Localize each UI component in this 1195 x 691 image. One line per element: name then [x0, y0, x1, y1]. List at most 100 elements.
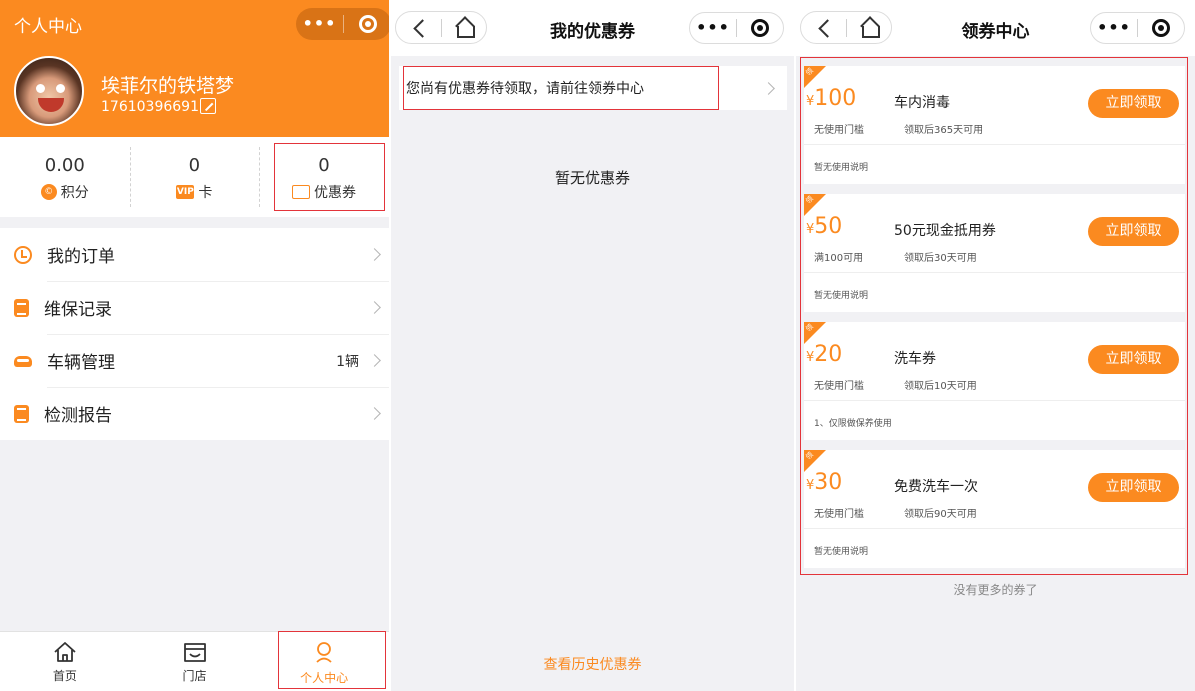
coupon-list: 领 ¥100 车内消毒 无使用门槛 领取后365天可用 立即领取 暂无使用说明 …	[804, 66, 1185, 578]
coupon-note: 暂无使用说明	[814, 163, 869, 173]
stat-points[interactable]: 0.00 © 积分	[0, 137, 130, 217]
notice-text: 您尚有优惠券待领取，请前往领券中心	[406, 81, 644, 97]
tab-label: 首页	[52, 669, 77, 683]
tab-label: 门店	[182, 669, 207, 683]
divider	[804, 272, 1185, 273]
menu-item-label: 维保记录	[44, 300, 112, 320]
coupon-condition: 无使用门槛	[814, 381, 864, 392]
coupon-condition: 满100可用	[814, 253, 864, 264]
report-icon	[14, 404, 29, 423]
menu-item-orders[interactable]: 我的订单	[0, 228, 389, 281]
avatar[interactable]	[14, 56, 84, 126]
divider	[804, 144, 1185, 145]
coupon-amount: 30	[814, 470, 843, 495]
user-phone: 17610396691	[101, 99, 199, 115]
coupon-card: 领 ¥50 50元现金抵用券 满100可用 领取后30天可用 立即领取 暂无使用…	[804, 194, 1185, 312]
user-icon	[316, 642, 332, 663]
clock-icon	[14, 245, 32, 264]
chevron-right-icon	[762, 82, 775, 95]
miniprogram-capsule: •••	[689, 12, 784, 44]
tab-home[interactable]: 首页	[0, 632, 130, 691]
chevron-right-icon	[368, 407, 381, 420]
profile-screen: 个人中心 ••• 埃菲尔的铁塔梦 17610396691 0.00 © 积分 0 …	[0, 0, 389, 691]
claim-button[interactable]: 立即领取	[1088, 345, 1179, 374]
cards-value: 0	[188, 155, 201, 176]
avatar-eye	[56, 84, 65, 93]
coupon-amount: 100	[814, 86, 857, 111]
more-menu-button[interactable]: •••	[296, 8, 343, 40]
divider	[804, 400, 1185, 401]
cards-label: 卡	[198, 185, 213, 201]
coupon-note: 暂无使用说明	[814, 291, 869, 301]
chevron-right-icon	[368, 248, 381, 261]
coupon-amount: 50	[814, 214, 843, 239]
coupon-card: 领 ¥100 车内消毒 无使用门槛 领取后365天可用 立即领取 暂无使用说明	[804, 66, 1185, 184]
coupon-name: 50元现金抵用券	[894, 223, 996, 239]
close-miniprogram-button[interactable]	[737, 19, 783, 37]
coupons-label: 优惠券	[313, 185, 356, 201]
coupon-price: ¥50	[806, 214, 842, 239]
coupon-validity: 领取后90天可用	[904, 509, 977, 520]
coupon-condition: 无使用门槛	[814, 125, 864, 136]
vehicle-count: 1辆	[336, 353, 359, 370]
coupon-name: 洗车券	[894, 351, 936, 367]
avatar-mouth	[38, 98, 64, 112]
avatar-eye	[36, 84, 45, 93]
points-icon: ©	[40, 184, 57, 200]
miniprogram-capsule: •••	[296, 8, 389, 40]
coupon-name: 免费洗车一次	[894, 479, 978, 495]
empty-state-text: 暂无优惠券	[554, 169, 630, 187]
claim-button[interactable]: 立即领取	[1088, 217, 1179, 246]
coupon-icon	[291, 185, 310, 199]
more-menu-button[interactable]: •••	[1091, 12, 1137, 44]
navigation-bar: 我的优惠券 •••	[391, 0, 794, 56]
menu-item-reports[interactable]: 检测报告	[0, 387, 389, 440]
miniprogram-capsule: •••	[1090, 12, 1185, 44]
store-icon	[183, 643, 206, 662]
menu-item-label: 检测报告	[44, 406, 112, 426]
menu-item-label: 车辆管理	[47, 353, 115, 373]
profile-menu: 我的订单 维保记录 车辆管理 1辆 检测报告	[0, 228, 389, 440]
edit-icon[interactable]	[200, 98, 216, 114]
close-miniprogram-button[interactable]	[1138, 19, 1184, 37]
points-label: 积分	[60, 185, 89, 201]
stat-coupons[interactable]: 0 优惠券	[259, 137, 389, 217]
claim-button[interactable]: 立即领取	[1088, 473, 1179, 502]
coupon-validity: 领取后10天可用	[904, 381, 977, 392]
chevron-right-icon	[368, 354, 381, 367]
menu-item-vehicles[interactable]: 车辆管理 1辆	[0, 334, 389, 387]
coupon-price: ¥100	[806, 86, 856, 111]
my-coupons-screen: 我的优惠券 ••• 您尚有优惠券待领取，请前往领券中心 暂无优惠券 查看历史优惠…	[391, 0, 794, 691]
menu-item-label: 我的订单	[47, 247, 115, 267]
points-value: 0.00	[44, 155, 85, 176]
list-end-text: 没有更多的券了	[953, 583, 1038, 597]
more-menu-button[interactable]: •••	[690, 12, 736, 44]
stat-cards[interactable]: 0 VIP 卡	[129, 137, 260, 217]
coupons-value: 0	[318, 155, 330, 176]
coupon-card: 领 ¥20 洗车券 无使用门槛 领取后10天可用 立即领取 1、仅限做保养使用	[804, 322, 1185, 440]
tab-store[interactable]: 门店	[130, 632, 260, 691]
tab-bar: 首页 门店 个人中心	[0, 631, 389, 691]
page-title: 个人中心	[14, 17, 82, 37]
profile-header: 个人中心 ••• 埃菲尔的铁塔梦 17610396691	[0, 0, 389, 137]
user-name: 埃菲尔的铁塔梦	[101, 75, 235, 97]
history-coupons-link[interactable]: 查看历史优惠券	[391, 654, 794, 674]
tab-profile[interactable]: 个人中心	[259, 632, 389, 691]
car-icon	[14, 356, 32, 367]
target-icon	[751, 19, 769, 37]
coupon-name: 车内消毒	[894, 95, 950, 111]
claim-button[interactable]: 立即领取	[1088, 89, 1179, 118]
coupon-validity: 领取后30天可用	[904, 253, 977, 264]
coupon-amount: 20	[814, 342, 843, 367]
coupon-price: ¥20	[806, 342, 842, 367]
coupon-price: ¥30	[806, 470, 842, 495]
close-miniprogram-button[interactable]	[344, 15, 389, 33]
target-icon	[1152, 19, 1170, 37]
coupon-card: 领 ¥30 免费洗车一次 无使用门槛 领取后90天可用 立即领取 暂无使用说明	[804, 450, 1185, 568]
menu-item-maintenance[interactable]: 维保记录	[0, 281, 389, 334]
coupon-center-notice[interactable]: 您尚有优惠券待领取，请前往领券中心	[399, 66, 787, 110]
target-icon	[358, 15, 377, 33]
coupon-center-screen: 领券中心 ••• 领 ¥100 车内消毒 无使用门槛 领取后365天可用 立即领…	[796, 0, 1195, 691]
coupon-validity: 领取后365天可用	[904, 125, 984, 136]
navigation-bar: 领券中心 •••	[796, 0, 1195, 56]
